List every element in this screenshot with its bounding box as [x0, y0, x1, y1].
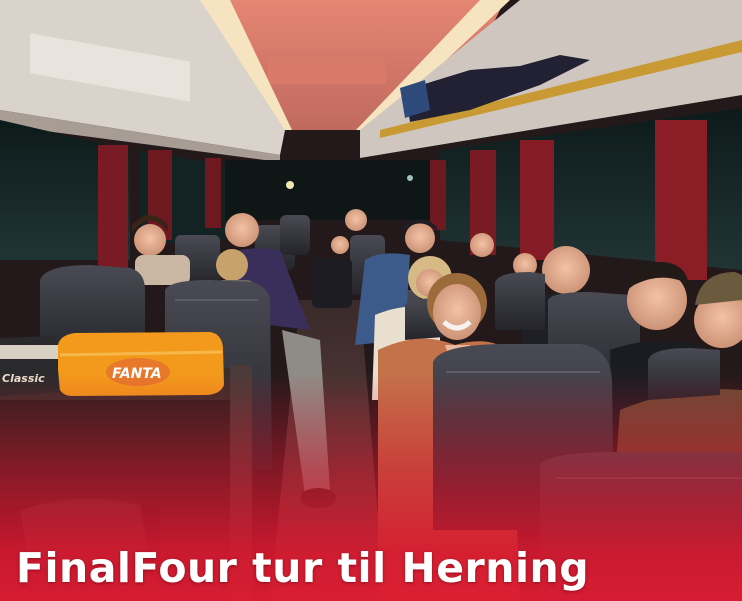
- photo-card: FANTA Classic FinalFour tur til Herning: [0, 0, 742, 601]
- bus-interior-photo: FANTA Classic: [0, 0, 742, 601]
- fanta-bag-label: FANTA: [112, 366, 162, 382]
- caption-title: FinalFour tur til Herning: [16, 543, 590, 592]
- chips-bag-label: Classic: [2, 372, 45, 385]
